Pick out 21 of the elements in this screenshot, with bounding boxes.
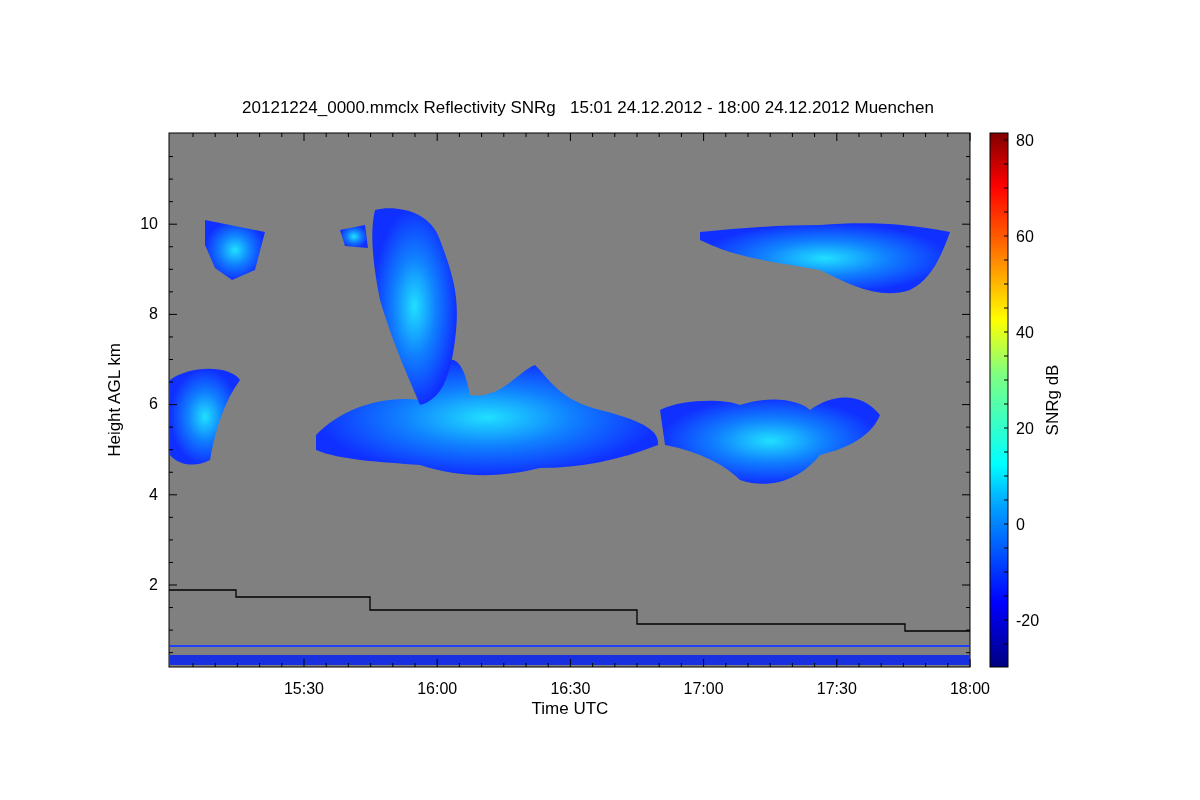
colorbar-tick-label: 80 xyxy=(1016,132,1034,149)
colorbar-tick-label: 20 xyxy=(1016,420,1034,437)
colorbar-tick-label: 40 xyxy=(1016,324,1034,341)
y-tick-label: 10 xyxy=(140,215,158,232)
y-tick-label: 8 xyxy=(149,305,158,323)
x-tick-label: 17:30 xyxy=(816,680,857,697)
colorbar-tick-label: -20 xyxy=(1016,612,1040,629)
x-tick-label: 18:00 xyxy=(950,680,990,697)
y-axis-title: Height AGL km xyxy=(105,343,124,457)
y-tick-label: 2 xyxy=(149,575,158,593)
colorbar-tick-label: 0 xyxy=(1016,516,1025,533)
x-tick-label: 17:00 xyxy=(683,680,724,697)
y-tick-label: 4 xyxy=(149,485,158,503)
x-tick-label: 16:30 xyxy=(550,680,591,697)
colorbar-title: SNRg dB xyxy=(1043,364,1062,436)
x-tick-label: 15:30 xyxy=(284,680,324,697)
colorbar-tick-label: 60 xyxy=(1016,228,1034,245)
x-tick-label: 16:00 xyxy=(417,680,458,697)
chart-title: 20121224_0000.mmclx Reflectivity SNRg 15:01 24.12.2012 - 18:00 24.12.2012 Muenchen xyxy=(242,98,934,117)
y-tick-label: 6 xyxy=(149,395,158,413)
x-axis-title: Time UTC xyxy=(531,699,609,718)
